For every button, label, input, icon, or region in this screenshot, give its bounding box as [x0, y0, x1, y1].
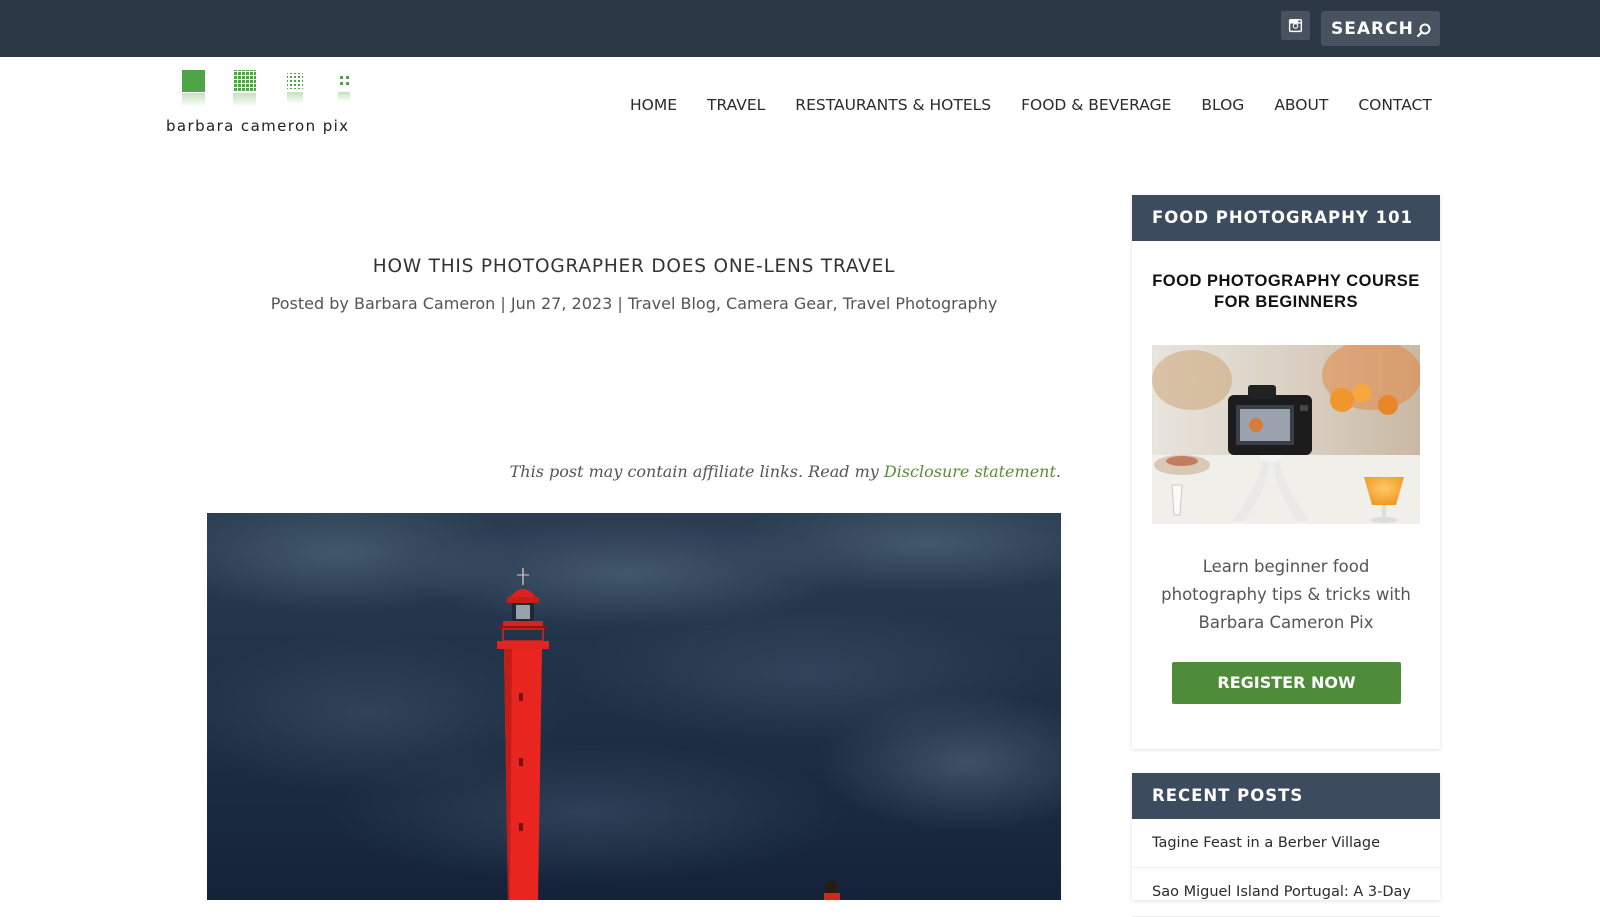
course-description: Learn beginner food photography tips & t… — [1161, 557, 1411, 632]
affiliate-text: This post may contain affiliate links. R… — [509, 462, 884, 481]
nav-food-beverage[interactable]: FOOD & BEVERAGE — [1021, 96, 1171, 114]
nav-blog[interactable]: BLOG — [1201, 96, 1244, 114]
widget-heading: RECENT POSTS — [1132, 773, 1440, 819]
main-nav: HOME TRAVEL RESTAURANTS & HOTELS FOOD & … — [630, 96, 1432, 114]
author-link[interactable]: Barbara Cameron — [354, 294, 495, 313]
disclosure-link[interactable]: Disclosure statement — [884, 462, 1056, 481]
recent-posts-widget: RECENT POSTS Tagine Feast in a Berber Vi… — [1132, 773, 1440, 917]
affiliate-notice: This post may contain affiliate links. R… — [509, 462, 1061, 481]
hero-image — [207, 513, 1061, 900]
logo-squares-icon — [182, 70, 350, 107]
meta-prefix: Posted by — [270, 294, 349, 313]
lighthouse-photo — [207, 513, 1061, 900]
recent-post-link[interactable]: Sao Miguel Island Portugal: A 3-Day — [1132, 868, 1440, 917]
nav-contact[interactable]: CONTACT — [1358, 96, 1432, 114]
post-title: HOW THIS PHOTOGRAPHER DOES ONE-LENS TRAV… — [372, 256, 896, 277]
nav-home[interactable]: HOME — [630, 96, 677, 114]
post-meta: Posted by Barbara Cameron | Jun 27, 2023… — [270, 294, 998, 313]
category-link[interactable]: Camera Gear — [726, 294, 833, 313]
nav-travel[interactable]: TRAVEL — [707, 96, 765, 114]
search-box — [1321, 11, 1440, 46]
widget-heading: FOOD PHOTOGRAPHY 101 — [1132, 195, 1440, 241]
register-now-button[interactable]: REGISTER NOW — [1172, 662, 1401, 704]
course-title: FOOD PHOTOGRAPHY COURSE FOR BEGINNERS — [1152, 272, 1420, 311]
category-link[interactable]: Travel Photography — [843, 294, 998, 313]
category-link[interactable]: Travel Blog — [628, 294, 716, 313]
post-date: Jun 27, 2023 — [510, 294, 613, 313]
meta-separator: | — [500, 294, 506, 313]
site-logo[interactable]: barbara cameron pix — [166, 68, 358, 144]
meta-separator: | — [617, 294, 623, 313]
top-bar — [0, 0, 1600, 57]
search-input[interactable] — [1331, 11, 1413, 46]
course-widget: FOOD PHOTOGRAPHY 101 FOOD PHOTOGRAPHY CO… — [1132, 195, 1440, 749]
nav-about[interactable]: ABOUT — [1274, 96, 1328, 114]
nav-restaurants-hotels[interactable]: RESTAURANTS & HOTELS — [795, 96, 991, 114]
logo-text: barbara cameron pix — [166, 117, 350, 135]
camera-food-photo — [1152, 345, 1420, 524]
search-icon[interactable] — [1416, 22, 1432, 38]
instagram-button[interactable] — [1281, 11, 1310, 40]
recent-post-link[interactable]: Tagine Feast in a Berber Village — [1132, 819, 1440, 868]
instagram-icon — [1288, 18, 1303, 33]
course-image[interactable] — [1152, 345, 1420, 524]
